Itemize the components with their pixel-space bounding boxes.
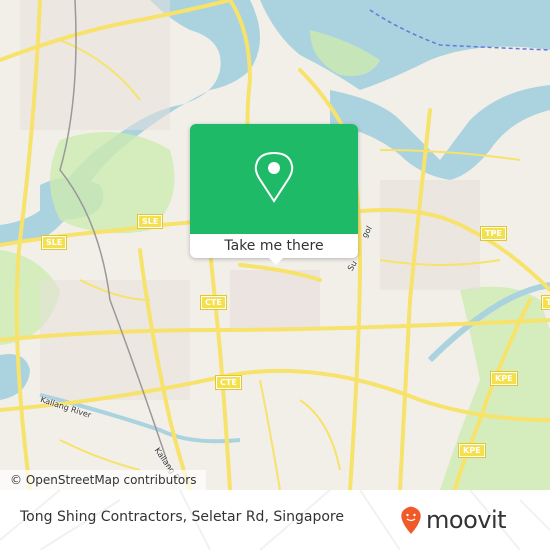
- moovit-pin-icon: [401, 506, 421, 534]
- place-name: Tong Shing Contractors, Seletar Rd, Sing…: [20, 509, 344, 525]
- popup-header[interactable]: [190, 124, 358, 234]
- map-pin-icon: [254, 151, 294, 203]
- park-green-3: [440, 286, 550, 490]
- highway-shield-tpe: TPE: [480, 226, 507, 241]
- popup-pointer: [267, 256, 285, 265]
- water-strait: [260, 0, 550, 90]
- highway-shield-sle: SLE: [40, 235, 68, 250]
- footer: Tong Shing Contractors, Seletar Rd, Sing…: [0, 490, 550, 550]
- highway-shield-tpe: T: [540, 295, 550, 310]
- highway-shield-kpe: KPE: [458, 443, 486, 458]
- moovit-logo[interactable]: moovit: [400, 502, 507, 538]
- highway-shield-kpe: KPE: [490, 371, 518, 386]
- map-view[interactable]: SLE SLE CTE CTE TPE T KPE KPE Kallang Ri…: [0, 0, 550, 490]
- road-cte: [208, 248, 232, 490]
- highway-shield-cte: CTE: [215, 375, 242, 390]
- take-me-there-button[interactable]: Take me there: [190, 234, 358, 258]
- water-estuary: [330, 85, 550, 180]
- water-west-reservoir: [0, 354, 30, 400]
- take-me-there-popup[interactable]: Take me there: [190, 124, 358, 265]
- brand-name: moovit: [426, 506, 507, 534]
- map-attribution[interactable]: © OpenStreetMap contributors: [0, 470, 207, 490]
- highway-shield-cte: CTE: [200, 295, 227, 310]
- highway-shield-sle: SLE: [136, 214, 164, 229]
